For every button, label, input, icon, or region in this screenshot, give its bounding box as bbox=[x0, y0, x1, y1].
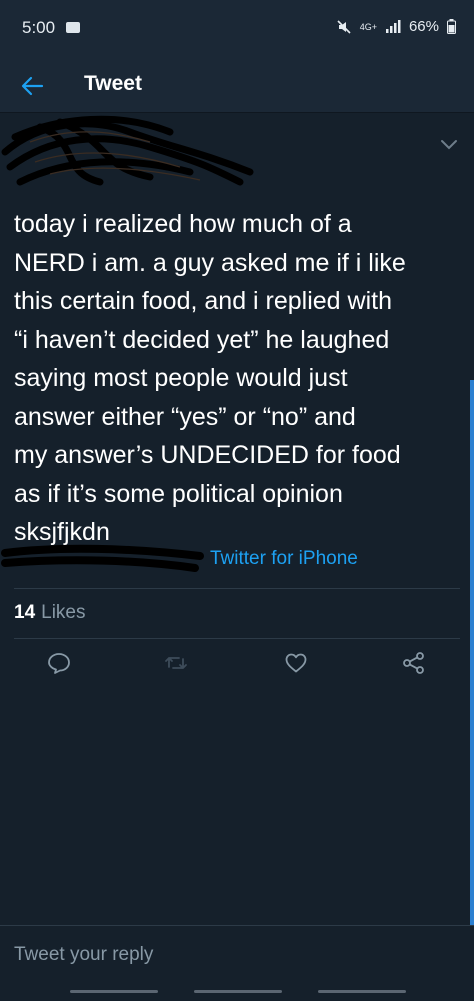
reply-input[interactable]: Tweet your reply bbox=[14, 944, 153, 966]
likes-number: 14 bbox=[14, 602, 36, 623]
page-title: Tweet bbox=[84, 72, 142, 95]
nav-hint-right bbox=[318, 990, 406, 993]
mute-icon bbox=[337, 19, 351, 34]
back-arrow-icon[interactable] bbox=[18, 72, 46, 100]
likes-count[interactable]: 14 Likes bbox=[14, 602, 86, 624]
divider bbox=[14, 588, 460, 589]
status-time: 5:00 bbox=[22, 18, 56, 37]
divider bbox=[14, 638, 460, 639]
header: Tweet bbox=[0, 60, 474, 113]
likes-label: Likes bbox=[41, 602, 86, 623]
battery-icon bbox=[447, 19, 456, 34]
like-icon[interactable] bbox=[283, 650, 309, 676]
tweet-actions bbox=[0, 650, 474, 684]
share-icon[interactable] bbox=[401, 650, 427, 676]
nav-hint-left bbox=[70, 990, 158, 993]
signal-icon bbox=[385, 19, 401, 33]
status-icons: 4G+ 66% bbox=[336, 18, 456, 35]
nav-hint-center bbox=[194, 990, 282, 993]
redacted-author-scribble bbox=[1, 115, 254, 186]
chevron-down-icon[interactable] bbox=[438, 135, 460, 153]
scrollbar[interactable] bbox=[470, 380, 474, 925]
retweet-icon[interactable] bbox=[163, 650, 189, 676]
redacted-timestamp-scribble bbox=[1, 544, 204, 572]
network-type: 4G+ bbox=[359, 21, 377, 32]
tweet-text: today i realized how much of a NERD i am… bbox=[14, 210, 406, 546]
battery-percent: 66% bbox=[408, 18, 439, 35]
tweet-source-link[interactable]: Twitter for iPhone bbox=[210, 548, 358, 570]
status-bar: 5:00 4G+ 66% bbox=[0, 0, 474, 60]
reply-icon[interactable] bbox=[46, 650, 72, 676]
message-icon bbox=[66, 22, 80, 33]
reply-bar[interactable]: Tweet your reply bbox=[0, 925, 474, 1001]
